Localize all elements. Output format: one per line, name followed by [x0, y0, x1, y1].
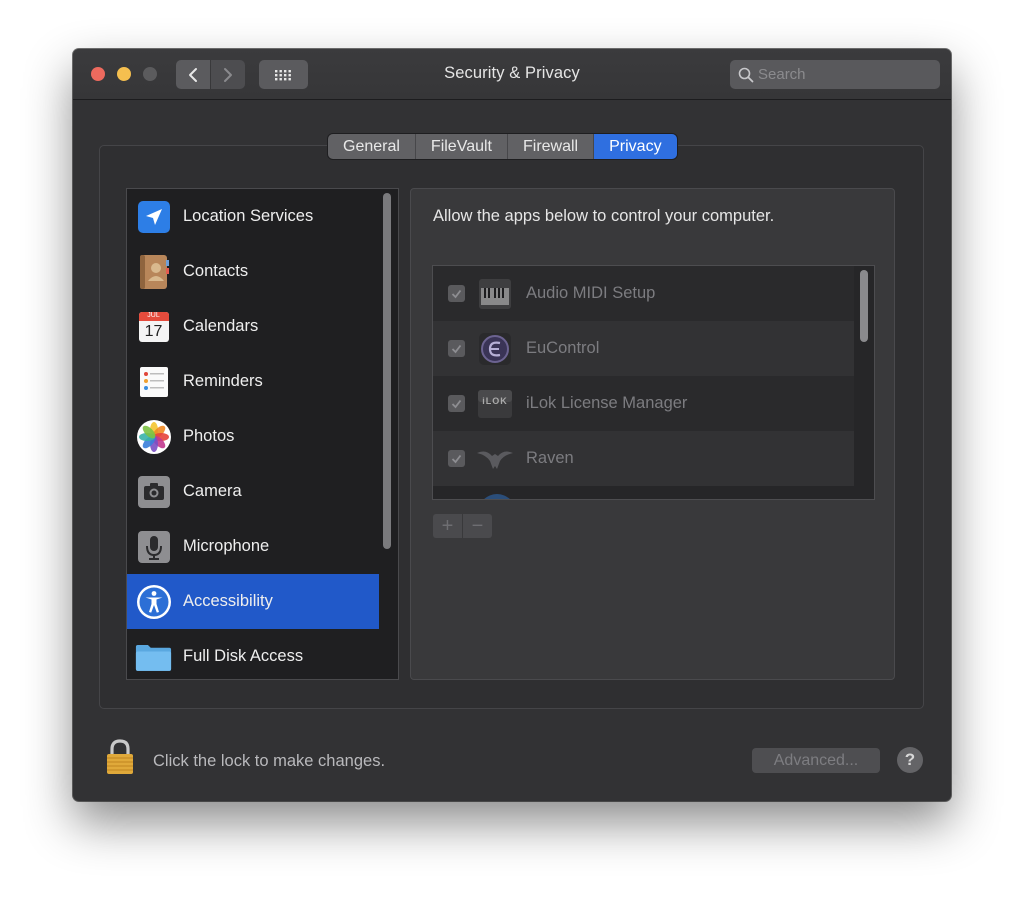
sidebar-item-camera[interactable]: Camera: [127, 464, 379, 519]
tab-general[interactable]: General: [328, 134, 416, 159]
camera-icon: [135, 473, 172, 510]
sidebar-item-label: Camera: [183, 482, 242, 500]
advanced-button[interactable]: Advanced...: [752, 748, 880, 773]
reminders-list-icon: [135, 363, 172, 400]
checkmark-icon: [451, 289, 462, 298]
remove-app-button[interactable]: −: [463, 514, 492, 538]
checkmark-icon: [451, 399, 462, 408]
tab-bar: General FileVault Firewall Privacy: [328, 134, 677, 159]
app-checkbox[interactable]: [448, 285, 465, 302]
sidebar-item-location-services[interactable]: Location Services: [127, 189, 379, 244]
app-row-raven[interactable]: Raven: [433, 431, 854, 486]
sidebar-item-contacts[interactable]: Contacts: [127, 244, 379, 299]
sidebar-scrollbar[interactable]: [383, 193, 391, 549]
microphone-icon: [135, 528, 172, 565]
search-input[interactable]: [758, 66, 928, 83]
app-row-audio-midi-setup[interactable]: Audio MIDI Setup: [433, 266, 854, 321]
app-name: Raven: [526, 449, 574, 467]
sidebar-item-label: Reminders: [183, 372, 263, 390]
app-checkbox[interactable]: [448, 395, 465, 412]
piano-keys-icon: [476, 275, 514, 313]
search-field[interactable]: [730, 60, 940, 89]
sidebar-item-label: Full Disk Access: [183, 647, 304, 665]
checkmark-icon: [451, 454, 462, 463]
ilok-logo-text: iLOK: [482, 395, 508, 406]
photos-flower-icon: [135, 418, 172, 455]
sidebar-item-label: Contacts: [183, 262, 249, 280]
app-name: EuControl: [526, 339, 600, 357]
folder-icon: [135, 638, 172, 675]
calendar-month: JUL: [147, 312, 160, 319]
panel-description: Allow the apps below to control your com…: [433, 207, 775, 225]
partial-app-icon: [478, 494, 516, 499]
app-name: iLok License Manager: [526, 394, 688, 412]
titlebar: Security & Privacy: [73, 49, 951, 100]
calendar-day: 17: [144, 323, 163, 340]
accessibility-panel: Allow the apps below to control your com…: [410, 188, 895, 680]
raven-bird-icon: [476, 440, 514, 478]
app-name: Audio MIDI Setup: [526, 284, 656, 302]
sidebar-item-label: Location Services: [183, 207, 314, 225]
app-checkbox[interactable]: [448, 450, 465, 467]
sidebar-item-label: Accessibility: [183, 592, 273, 610]
sidebar-item-full-disk-access[interactable]: Full Disk Access: [127, 629, 379, 679]
sidebar-item-accessibility[interactable]: Accessibility: [127, 574, 379, 629]
ilok-icon: iLOK: [476, 385, 514, 423]
lock-message: Click the lock to make changes.: [153, 752, 386, 770]
checkmark-icon: [451, 344, 462, 353]
sidebar-item-microphone[interactable]: Microphone: [127, 519, 379, 574]
app-row-eucontrol[interactable]: EuControl: [433, 321, 854, 376]
accessibility-icon: [135, 583, 172, 620]
add-app-button[interactable]: +: [433, 514, 462, 538]
sidebar-item-photos[interactable]: Photos: [127, 409, 379, 464]
sidebar-item-label: Calendars: [183, 317, 259, 335]
eucontrol-icon: [476, 330, 514, 368]
app-list[interactable]: Audio MIDI Setup EuControl iLOK iLok Lic…: [432, 265, 875, 500]
app-row-ilok-license-manager[interactable]: iLOK iLok License Manager: [433, 376, 854, 431]
app-checkbox[interactable]: [448, 340, 465, 357]
contacts-book-icon: [135, 253, 172, 290]
app-list-scrollbar[interactable]: [860, 270, 868, 342]
location-arrow-icon: [135, 198, 172, 235]
security-privacy-window: Security & Privacy General FileVault Fir…: [73, 49, 951, 801]
tab-firewall[interactable]: Firewall: [507, 134, 595, 159]
sidebar-item-label: Microphone: [183, 537, 270, 555]
privacy-category-list[interactable]: Location Services Contacts JUL 17 Calend…: [126, 188, 399, 680]
help-button[interactable]: ?: [897, 747, 923, 773]
search-icon: [738, 67, 754, 83]
tab-privacy[interactable]: Privacy: [594, 134, 677, 159]
sidebar-item-calendars[interactable]: JUL 17 Calendars: [127, 299, 379, 354]
lock-icon[interactable]: [105, 738, 135, 781]
sidebar-item-reminders[interactable]: Reminders: [127, 354, 379, 409]
calendar-icon: JUL 17: [135, 308, 172, 345]
sidebar-item-label: Photos: [183, 427, 235, 445]
tab-filevault[interactable]: FileVault: [415, 134, 508, 159]
